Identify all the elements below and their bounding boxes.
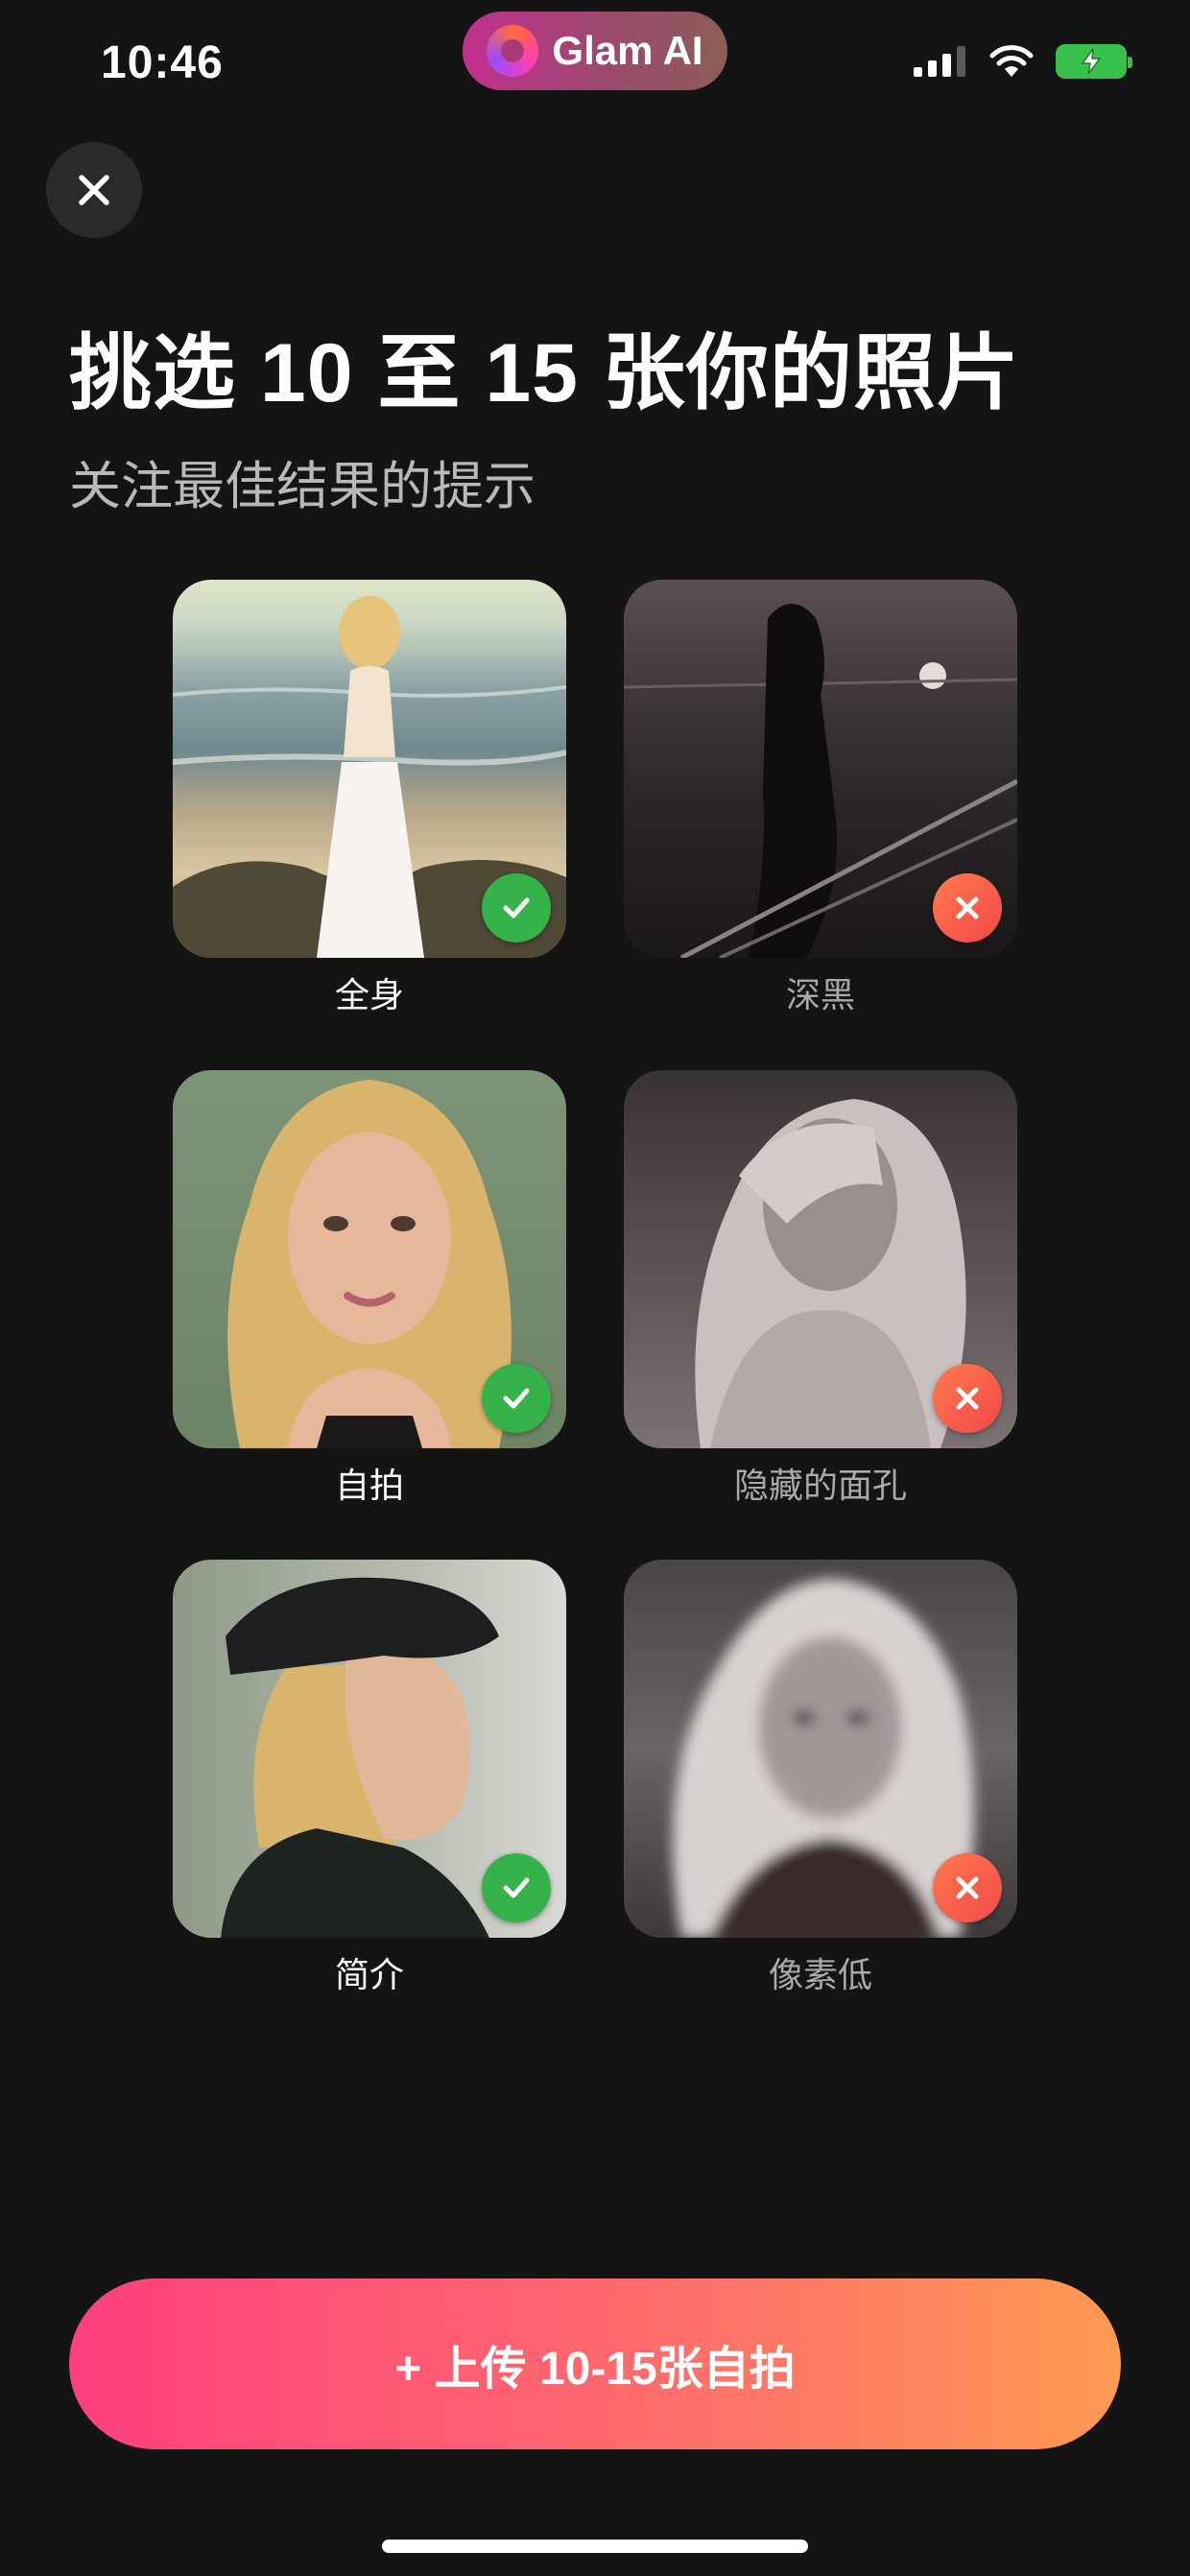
close-icon [79, 175, 109, 205]
battery-charging-icon [1056, 44, 1132, 79]
example-photo-selfie [173, 1070, 566, 1448]
example-label: 深黑 [785, 975, 855, 1014]
app-pill[interactable]: Glam AI [463, 12, 727, 90]
example-card-too-dark: 深黑 [624, 580, 1017, 1017]
cellular-signal-icon [914, 46, 965, 77]
upload-selfies-button[interactable]: + 上传 10-15张自拍 [69, 2278, 1121, 2449]
wifi-icon [989, 45, 1034, 77]
check-badge-icon [482, 1853, 551, 1922]
glam-logo-icon [487, 25, 539, 77]
check-badge-icon [482, 1364, 551, 1433]
status-time: 10:46 [101, 37, 224, 88]
example-label: 隐藏的面孔 [733, 1466, 907, 1505]
close-button[interactable] [46, 142, 142, 238]
status-icons [914, 44, 1132, 79]
example-card-selfie: 自拍 [173, 1070, 566, 1508]
x-badge-icon [933, 1364, 1002, 1433]
x-badge-icon [933, 1853, 1002, 1922]
status-bar: 10:46 Glam AI [0, 0, 1190, 134]
page-subtitle: 关注最佳结果的提示 [69, 458, 536, 515]
example-photo-full-body [173, 580, 566, 958]
home-indicator[interactable] [382, 2540, 808, 2553]
check-badge-icon [482, 873, 551, 942]
example-label: 简介 [334, 1955, 404, 1994]
example-card-hidden-face: 隐藏的面孔 [624, 1070, 1017, 1508]
example-photo-hidden-face [624, 1070, 1017, 1448]
example-label: 全身 [334, 975, 404, 1014]
example-card-low-resolution: 像素低 [624, 1560, 1017, 1997]
example-card-full-body: 全身 [173, 580, 566, 1017]
app-name: Glam AI [552, 28, 703, 73]
example-photo-profile [173, 1560, 566, 1938]
example-photo-too-dark [624, 580, 1017, 958]
example-card-profile: 简介 [173, 1560, 566, 1997]
x-badge-icon [933, 873, 1002, 942]
example-label: 自拍 [334, 1466, 404, 1505]
example-photo-low-resolution [624, 1560, 1017, 1938]
page-title: 挑选 10 至 15 张你的照片 [69, 327, 1020, 419]
example-label: 像素低 [768, 1955, 872, 1994]
